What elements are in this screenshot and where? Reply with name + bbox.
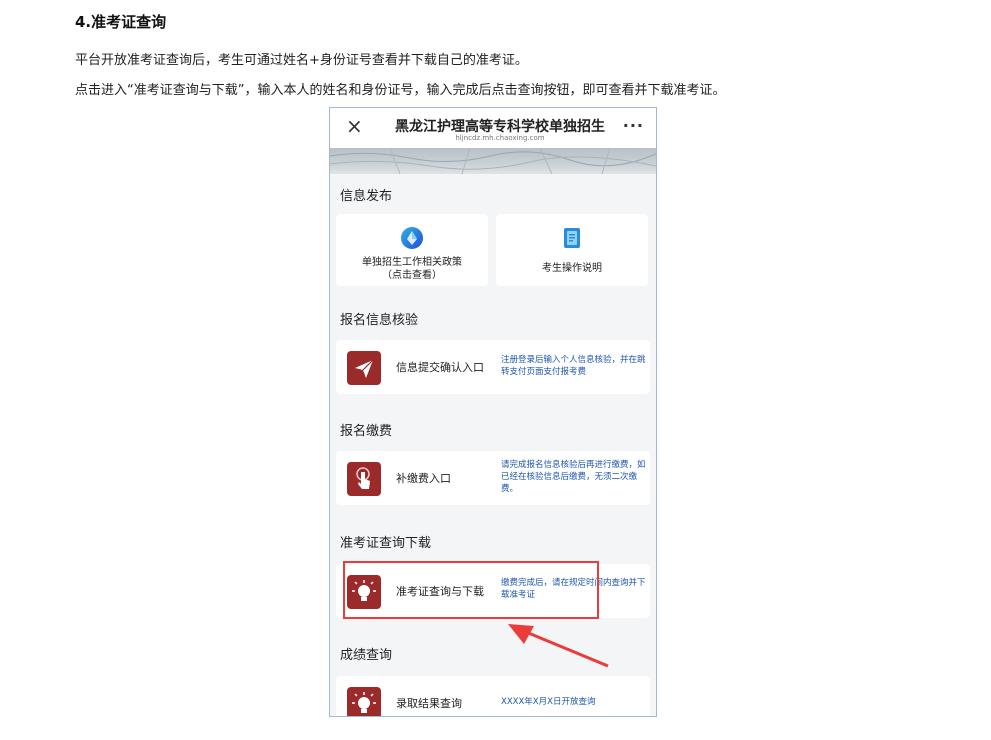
more-icon[interactable]: ··· [623, 116, 644, 135]
app-topbar: × 黑龙江护理高等专科学校单独招生 hljncdz.mh.chaoxing.co… [330, 108, 656, 148]
guide-card[interactable]: 考生操作说明 [496, 214, 648, 286]
policy-card[interactable]: 单独招生工作相关政策 （点击查看） [336, 214, 488, 286]
policy-icon [401, 227, 423, 249]
payment-note: 请完成报名信息核验后再进行缴费，如已经在核验信息后缴费，无须二次缴费。 [501, 460, 646, 494]
section-title-score: 成绩查询 [340, 648, 393, 663]
highlight-box [343, 561, 599, 619]
paragraph-2: 点击进入“准考证查询与下载”，输入本人的姓名和身份证号，输入完成后点击查询按钮，… [75, 83, 726, 98]
banner-image [330, 148, 656, 174]
score-label: 录取结果查询 [396, 697, 462, 710]
document-icon [564, 228, 580, 248]
app-url: hljncdz.mh.chaoxing.com [455, 134, 545, 142]
verify-label: 信息提交确认入口 [396, 361, 484, 374]
paper-plane-icon [347, 351, 381, 385]
score-note: XXXX年X月X日开放查询 [501, 697, 596, 707]
section-title-verify: 报名信息核验 [340, 313, 419, 328]
section-title-payment: 报名缴费 [340, 424, 393, 439]
tap-hand-icon [347, 462, 381, 496]
policy-label-line2: （点击查看） [382, 270, 442, 281]
payment-entry[interactable]: 补缴费入口 请完成报名信息核验后再进行缴费，如已经在核验信息后缴费，无须二次缴费… [336, 451, 650, 505]
verify-note: 注册登录后输入个人信息核验，并在跳转支付页面支付报考费 [501, 355, 646, 377]
section-title-admission: 准考证查询下载 [340, 536, 432, 551]
policy-label-line1: 单独招生工作相关政策 [362, 257, 462, 268]
section-title-info: 信息发布 [340, 189, 393, 204]
payment-label: 补缴费入口 [396, 472, 451, 485]
lightbulb-icon [347, 687, 381, 716]
score-entry[interactable]: 录取结果查询 XXXX年X月X日开放查询 [336, 676, 650, 716]
app-title: 黑龙江护理高等专科学校单独招生 [395, 119, 605, 135]
document: 4.准考证查询 平台开放准考证查询后，考生可通过姓名+身份证号查看并下载自己的准… [0, 0, 991, 740]
guide-label: 考生操作说明 [542, 263, 602, 274]
close-icon[interactable]: × [346, 116, 363, 136]
paragraph-1: 平台开放准考证查询后，考生可通过姓名+身份证号查看并下载自己的准考证。 [75, 53, 528, 68]
section-heading: 4.准考证查询 [75, 13, 167, 31]
verify-entry[interactable]: 信息提交确认入口 注册登录后输入个人信息核验，并在跳转支付页面支付报考费 [336, 340, 650, 394]
pointer-arrow-icon [508, 624, 609, 668]
